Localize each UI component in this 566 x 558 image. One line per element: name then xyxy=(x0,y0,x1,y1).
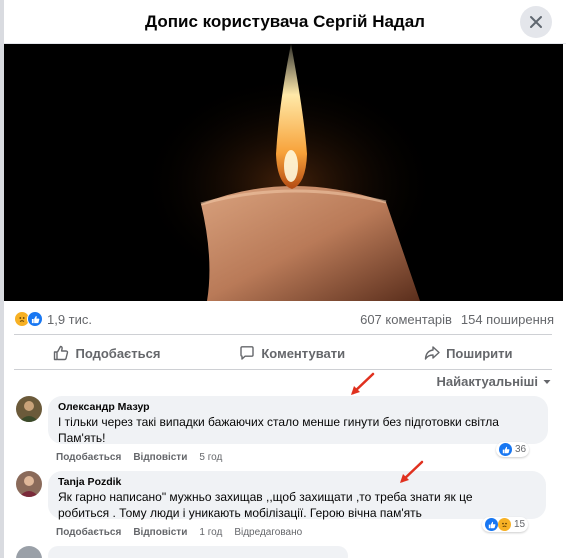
comment-bubble xyxy=(48,546,348,558)
annotation-arrow-icon xyxy=(351,372,375,395)
close-icon xyxy=(530,16,542,28)
divider xyxy=(14,369,552,370)
candle-image xyxy=(4,44,563,301)
comment-time[interactable]: 1 год xyxy=(199,527,222,538)
post-modal: Допис користувача Сергій Надал 1,9 тис. … xyxy=(0,0,566,558)
comment-bubble: Олександр Мазур І тільки через такі випа… xyxy=(48,396,548,445)
sort-label: Найактуальніші xyxy=(436,374,539,389)
comment-reactions[interactable]: 15 xyxy=(482,517,529,532)
comment-reply-link[interactable]: Відповісти xyxy=(133,527,187,538)
sad-reaction-icon xyxy=(498,518,511,531)
comment-text-line: Пам'ять! xyxy=(58,431,106,445)
divider xyxy=(14,334,552,335)
comment-reply-link[interactable]: Відповісти xyxy=(133,452,187,463)
comment-reactions[interactable]: 36 xyxy=(496,442,530,457)
reaction-count: 36 xyxy=(515,444,527,455)
comment-author[interactable]: Tanja Pozdik xyxy=(58,475,536,489)
comment-meta: Подобається Відповісти 1 год Відредагова… xyxy=(56,527,302,538)
share-label: Поширити xyxy=(446,345,513,361)
comment-edited-label: Відредаговано xyxy=(234,527,303,538)
comment-like-link[interactable]: Подобається xyxy=(56,452,121,463)
avatar[interactable] xyxy=(16,396,42,422)
annotation-arrow-icon xyxy=(400,460,424,483)
like-reaction-icon xyxy=(485,518,498,531)
comment-button[interactable]: Коментувати xyxy=(239,345,345,361)
like-reaction-icon xyxy=(499,443,512,456)
share-button[interactable]: Поширити xyxy=(424,345,512,361)
comment-meta: Подобається Відповісти 5 год xyxy=(56,452,222,463)
share-icon xyxy=(424,346,440,360)
reaction-icons[interactable] xyxy=(14,311,43,327)
comment-label: Коментувати xyxy=(261,345,346,361)
post-stats: 1,9 тис. 607 коментарів 154 поширення xyxy=(14,308,554,330)
comment-text-line: робиться . Тому люди і уникають мобіліза… xyxy=(58,506,422,520)
comment-text-line: Як гарно написано" мужньо захищав ,,щоб … xyxy=(58,490,473,504)
chevron-down-icon xyxy=(543,379,551,384)
comment-icon xyxy=(240,346,255,360)
page-title: Допис користувача Сергій Надал xyxy=(145,11,425,31)
modal-header: Допис користувача Сергій Надал xyxy=(4,0,566,44)
close-button[interactable] xyxy=(520,6,552,38)
reactions-count[interactable]: 1,9 тис. xyxy=(47,312,92,327)
like-button[interactable]: Подобається xyxy=(53,345,160,361)
post-actions: Подобається Коментувати Поширити xyxy=(14,338,552,368)
comment-time[interactable]: 5 год xyxy=(199,452,222,463)
like-reaction-icon xyxy=(27,311,43,327)
comment-text-line: І тільки через такі випадки бажаючих ста… xyxy=(58,415,499,429)
reaction-count: 15 xyxy=(514,519,526,530)
thumbs-up-icon xyxy=(54,345,69,361)
comment-bubble: Tanja Pozdik Як гарно написано" мужньо з… xyxy=(48,471,546,520)
comment-sort-dropdown[interactable]: Найактуальніші xyxy=(437,374,553,389)
post-photo[interactable] xyxy=(4,44,563,301)
avatar[interactable] xyxy=(16,546,42,558)
shares-count[interactable]: 154 поширення xyxy=(461,312,554,327)
comments-count[interactable]: 607 коментарів xyxy=(360,312,452,327)
comment-like-link[interactable]: Подобається xyxy=(56,527,121,538)
like-label: Подобається xyxy=(75,345,161,361)
avatar[interactable] xyxy=(16,471,42,497)
comment-author[interactable]: Олександр Мазур xyxy=(58,400,538,414)
